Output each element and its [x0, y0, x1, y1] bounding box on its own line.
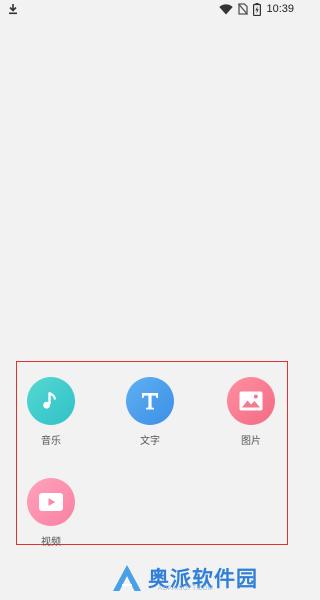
- image-button[interactable]: 图片: [211, 377, 291, 448]
- video-button[interactable]: 视频: [11, 478, 91, 549]
- video-label: 视频: [41, 537, 61, 548]
- brand-a-logo-icon: [113, 565, 141, 591]
- status-bar: 10:39: [0, 0, 300, 18]
- status-time: 10:39: [266, 3, 294, 15]
- play-video-icon: [39, 493, 63, 511]
- text-icon-circle: [126, 377, 174, 425]
- text-label: 文字: [140, 436, 160, 447]
- picture-icon: [239, 391, 263, 411]
- music-button[interactable]: 音乐: [11, 377, 91, 448]
- music-icon-circle: [27, 377, 75, 425]
- music-label: 音乐: [41, 436, 61, 447]
- image-icon-circle: [227, 377, 275, 425]
- battery-charging-icon: [253, 2, 262, 16]
- video-icon-circle: [27, 478, 75, 526]
- text-button[interactable]: 文字: [110, 377, 190, 448]
- music-note-icon: [43, 391, 56, 409]
- content-type-panel: 音乐 文字 图片 视频: [16, 361, 291, 548]
- download-icon: [9, 4, 17, 15]
- image-label: 图片: [241, 436, 261, 447]
- watermark-subtitle: AOPAISOFT.COM: [158, 586, 214, 592]
- no-sim-icon: [238, 3, 249, 15]
- text-t-icon: [142, 393, 158, 410]
- wifi-icon: [219, 3, 234, 14]
